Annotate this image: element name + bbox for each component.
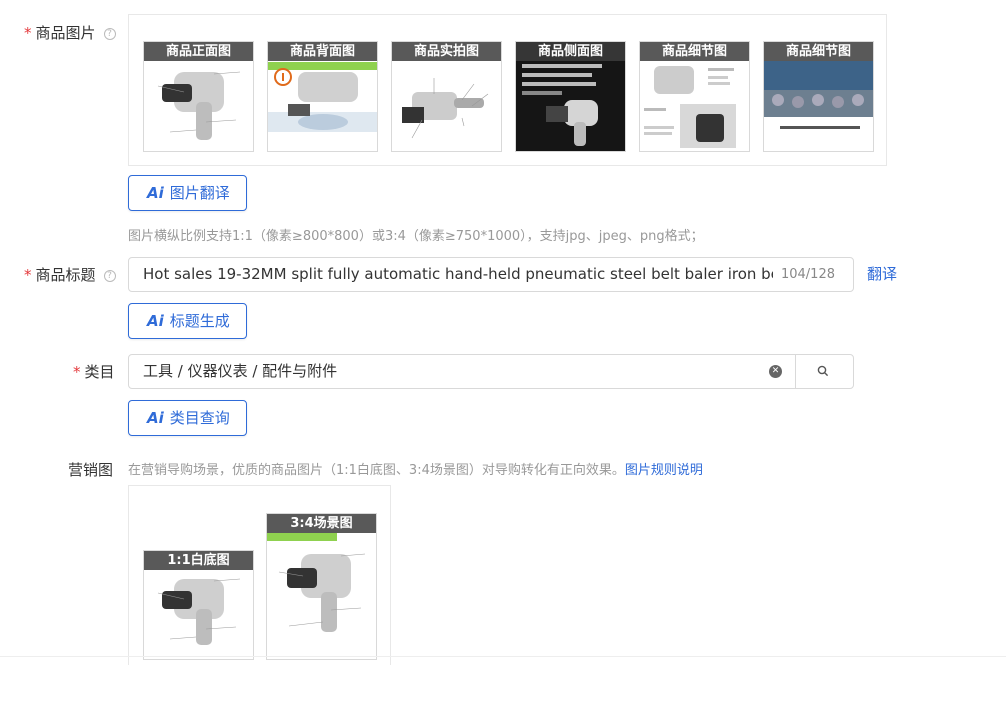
product-image-back[interactable]: 商品背面图	[267, 41, 378, 152]
ai-icon: Ai	[147, 184, 164, 202]
product-title-value[interactable]: Hot sales 19-32MM split fully automatic …	[143, 258, 773, 291]
required-mark: *	[24, 266, 32, 284]
thumb-caption: 1:1白底图	[144, 551, 253, 570]
required-mark: *	[24, 24, 32, 42]
thumb-caption: 商品实拍图	[392, 42, 501, 61]
product-image-front[interactable]: 商品正面图	[143, 41, 254, 152]
thumb-caption: 商品细节图	[764, 42, 873, 61]
title-generate-button[interactable]: Ai 标题生成	[128, 303, 247, 339]
thumb-caption: 商品侧面图	[516, 42, 625, 61]
product-images-label: * 商品图片?	[24, 22, 116, 43]
category-value[interactable]: 工具 / 仪器仪表 / 配件与附件	[143, 355, 337, 388]
ai-icon: Ai	[147, 409, 164, 427]
thumb-caption: 3:4场景图	[267, 514, 376, 533]
category-search-button[interactable]	[795, 355, 853, 388]
page-fold-divider	[0, 656, 1006, 657]
image-requirements-hint: 图片横纵比例支持1:1（像素≥800*800）或3:4（像素≥750*1000）…	[128, 229, 704, 244]
product-image-real[interactable]: 商品实拍图	[391, 41, 502, 152]
thumb-caption: 商品细节图	[640, 42, 749, 61]
marketing-hint: 在营销导购场景，优质的商品图片（1:1白底图、3:4场景图）对导购转化有正向效果…	[128, 463, 703, 478]
help-icon[interactable]: ?	[103, 270, 116, 282]
marketing-image-portrait[interactable]: 3:4场景图	[266, 513, 377, 660]
marketing-image-square[interactable]: 1:1白底图	[143, 550, 254, 660]
search-icon	[817, 365, 829, 377]
clear-icon[interactable]: ✕	[769, 365, 782, 378]
category-query-button[interactable]: Ai 类目查询	[128, 400, 247, 436]
thumb-caption: 商品背面图	[268, 42, 377, 61]
required-mark: *	[73, 363, 81, 381]
ai-icon: Ai	[147, 312, 164, 330]
category-label: * 类目	[73, 363, 115, 381]
product-title-label: * 商品标题?	[24, 264, 116, 285]
product-title-input[interactable]: Hot sales 19-32MM split fully automatic …	[128, 257, 854, 292]
thumb-caption: 商品正面图	[144, 42, 253, 61]
marketing-images-label: 营销图	[68, 461, 114, 479]
image-rules-link[interactable]: 图片规则说明	[625, 463, 703, 478]
product-image-side[interactable]: 商品侧面图	[515, 41, 626, 152]
category-input[interactable]: 工具 / 仪器仪表 / 配件与附件 ✕	[128, 354, 854, 389]
marketing-images-panel: 1:1白底图 3:4场景图	[128, 485, 391, 665]
image-translate-button[interactable]: Ai 图片翻译	[128, 175, 247, 211]
product-image-detail-1[interactable]: 商品细节图	[639, 41, 750, 152]
product-image-detail-2[interactable]: 商品细节图	[763, 41, 874, 152]
product-photo	[267, 533, 366, 632]
title-translate-link[interactable]: 翻译	[867, 263, 897, 284]
product-images-panel: 商品正面图 商品背面图 商品实拍图 商品侧面图 商品细节图 商品细节图	[128, 14, 887, 166]
help-icon[interactable]: ?	[103, 28, 116, 40]
title-char-count: 104/128	[780, 267, 835, 282]
